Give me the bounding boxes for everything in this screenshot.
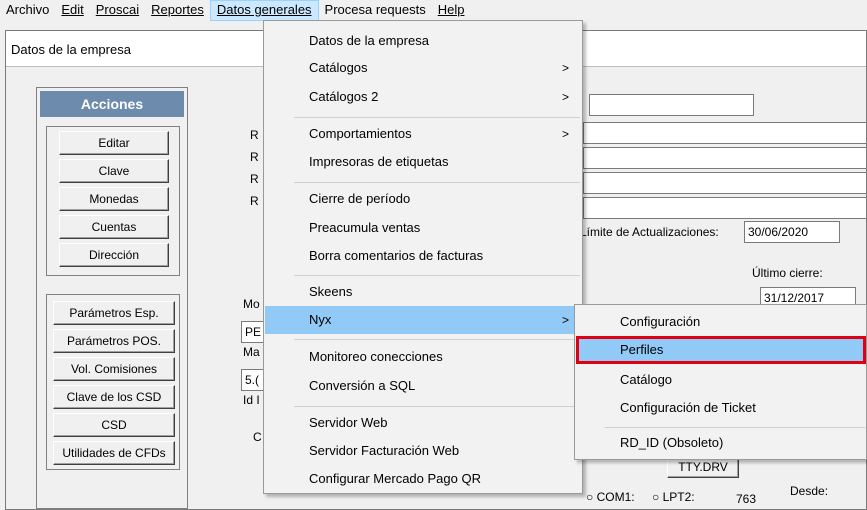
- text-field-2[interactable]: [583, 147, 867, 169]
- menu-item-nyx[interactable]: Nyx >: [265, 306, 581, 334]
- ma-label: Ma: [243, 345, 260, 359]
- menu-item-borra-comentarios[interactable]: Borra comentarios de facturas: [265, 242, 581, 270]
- submenu-item-configuracion[interactable]: Configuración: [576, 308, 866, 336]
- bottom-number: 763: [736, 492, 757, 506]
- acciones-group-2: Parámetros Esp. Parámetros POS. Vol. Com…: [46, 294, 180, 470]
- menu-separator: [294, 406, 580, 407]
- submenu-item-rd-id[interactable]: RD_ID (Obsoleto): [576, 429, 866, 457]
- menu-item-impresoras[interactable]: Impresoras de etiquetas: [265, 148, 581, 176]
- menu-item-preacumula[interactable]: Preacumula ventas: [265, 214, 581, 242]
- menu-item-datos-empresa[interactable]: Datos de la empresa: [265, 27, 581, 55]
- ultimo-cierre-label: Último cierre:: [752, 266, 823, 280]
- row-label-1: R: [250, 128, 259, 142]
- chevron-right-icon: >: [561, 127, 569, 141]
- parametros-pos-button[interactable]: Parámetros POS.: [53, 329, 175, 353]
- chevron-right-icon: >: [561, 313, 569, 327]
- radio-com1[interactable]: ○ COM1:: [586, 490, 635, 504]
- text-field-1[interactable]: [583, 122, 867, 144]
- acciones-panel: Acciones Editar Clave Monedas Cuentas Di…: [36, 87, 188, 509]
- menu-separator: [294, 339, 580, 340]
- row-label-4: R: [250, 194, 259, 208]
- radio-circle-icon: ○: [652, 490, 660, 504]
- menu-item-comportamientos[interactable]: Comportamientos >: [265, 120, 581, 148]
- editar-button[interactable]: Editar: [59, 131, 169, 155]
- menu-item-servidor-facturacion[interactable]: Servidor Facturación Web: [265, 437, 581, 465]
- limite-label: Límite de Actualizaciones:: [580, 225, 719, 239]
- clave-csd-button[interactable]: Clave de los CSD: [53, 385, 175, 409]
- menu-help[interactable]: Help: [432, 0, 471, 21]
- menu-item-servidor-web[interactable]: Servidor Web: [265, 409, 581, 437]
- clave-button[interactable]: Clave: [59, 159, 169, 183]
- menu-archivo[interactable]: Archivo: [0, 0, 55, 21]
- menu-item-catalogos[interactable]: Catálogos >: [265, 54, 581, 82]
- text-field-3[interactable]: [583, 172, 867, 194]
- window-title: Datos de la empresa: [11, 42, 131, 57]
- mo-label: Mo: [243, 297, 260, 311]
- chevron-right-icon: >: [561, 61, 569, 75]
- desde-label: Desde:: [790, 484, 829, 498]
- submenu-item-catalogo[interactable]: Catálogo: [576, 366, 866, 394]
- menu-item-cierre-periodo[interactable]: Cierre de período: [265, 185, 581, 213]
- acciones-header: Acciones: [40, 91, 184, 117]
- c-label: C: [253, 430, 262, 444]
- row-label-2: R: [250, 150, 259, 164]
- chevron-right-icon: >: [561, 90, 569, 104]
- menu-separator: [294, 117, 580, 118]
- text-field-4[interactable]: [583, 197, 867, 219]
- row-label-3: R: [250, 172, 259, 186]
- datos-generales-menu: Datos de la empresa Catálogos > Catálogos…: [263, 20, 583, 494]
- menu-item-conversion-sql[interactable]: Conversión a SQL: [265, 372, 581, 400]
- direccion-button[interactable]: Dirección: [59, 243, 169, 267]
- menu-item-monitoreo[interactable]: Monitoreo conecciones: [265, 343, 581, 371]
- pe-field[interactable]: PE: [241, 321, 265, 343]
- menu-edit[interactable]: Edit: [55, 0, 89, 21]
- limite-field[interactable]: 30/06/2020: [744, 221, 840, 243]
- vol-comisiones-button[interactable]: Vol. Comisiones: [53, 357, 175, 381]
- menu-separator: [294, 182, 580, 183]
- utilidades-cfds-button[interactable]: Utilidades de CFDs: [53, 441, 175, 465]
- nyx-submenu: Configuración Perfiles Catálogo Configur…: [574, 304, 867, 460]
- five-field[interactable]: 5.(: [241, 369, 265, 391]
- monedas-button[interactable]: Monedas: [59, 187, 169, 211]
- parametros-esp-button[interactable]: Parámetros Esp.: [53, 301, 175, 325]
- cuentas-button[interactable]: Cuentas: [59, 215, 169, 239]
- menu-separator: [294, 275, 580, 276]
- menu-proscai[interactable]: Proscai: [90, 0, 145, 21]
- menu-procesa-requests[interactable]: Procesa requests: [319, 0, 432, 21]
- text-field-top[interactable]: [589, 94, 754, 116]
- menu-item-catalogos-2[interactable]: Catálogos 2 >: [265, 83, 581, 111]
- id-label: Id I: [243, 393, 260, 407]
- menu-datos-generales[interactable]: Datos generales: [209, 0, 319, 21]
- submenu-item-perfiles[interactable]: Perfiles: [576, 336, 866, 364]
- radio-lpt2[interactable]: ○ LPT2:: [652, 490, 695, 504]
- menu-bar: Archivo Edit Proscai Reportes Datos gene…: [0, 0, 867, 21]
- submenu-item-configuracion-ticket[interactable]: Configuración de Ticket: [576, 394, 866, 422]
- menu-item-skeens[interactable]: Skeens: [265, 278, 581, 306]
- radio-circle-icon: ○: [586, 490, 594, 504]
- menu-separator: [605, 427, 865, 428]
- csd-button[interactable]: CSD: [53, 413, 175, 437]
- menu-item-mercado-pago-qr[interactable]: Configurar Mercado Pago QR: [265, 465, 581, 493]
- acciones-group-1: Editar Clave Monedas Cuentas Dirección: [46, 126, 180, 276]
- menu-reportes[interactable]: Reportes: [145, 0, 210, 21]
